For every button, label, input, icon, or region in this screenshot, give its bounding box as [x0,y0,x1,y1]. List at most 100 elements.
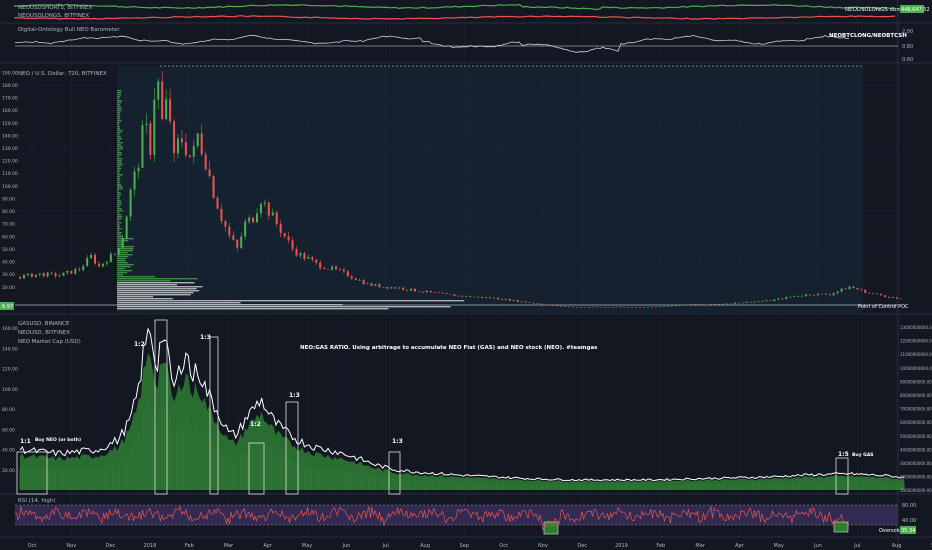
vp-bar [117,130,123,132]
note-buy-neo: Buy NEO (or both) [35,437,81,443]
main-y-tick-3: 160.00 [2,108,18,114]
candle-body [82,266,85,270]
x-tick-3: 2018 [144,543,157,549]
vp-bar [117,224,120,226]
candle-body [26,273,29,276]
vp-bar [117,140,121,142]
candle-body [374,284,377,286]
vp-bar [117,138,122,140]
main-y-tick-5: 140.00 [2,133,18,139]
candle-body [556,305,559,307]
candle-body [109,253,112,263]
candle-body [453,294,456,297]
candle-body [54,273,57,277]
longs-value-tag: 448,647.52 [901,7,930,13]
candle-body [200,133,203,155]
vp-bar [117,232,122,234]
candle-body [42,273,45,277]
candle-body [864,289,867,293]
rsi-tick-0: 80.00 [902,503,916,509]
vp-bar [117,90,122,92]
vp-bar [117,234,121,236]
candle-body [508,299,511,301]
x-tick-21: Jul [853,543,860,549]
vp-bar [117,214,122,216]
candle-body [224,220,227,227]
candle-body [572,306,574,308]
candle-body [291,240,294,250]
vp-bar [117,270,132,272]
note-1-2b: 1:2 [250,421,261,428]
x-tick-2: Dec [106,543,116,549]
candle-body [583,306,586,308]
vp-bar [117,196,120,198]
vp-bar [117,124,120,126]
vp-bar [117,280,171,282]
vp-bar [117,288,197,290]
candle-body [382,287,385,288]
candle-body [256,213,258,223]
candle-body [287,236,290,241]
candle-body [852,286,855,289]
ratio-left-tick-7: 20.00 [2,468,15,474]
ratio-left-tick-5: 60.00 [2,427,15,433]
candle-body [188,155,191,157]
candle-body [137,167,140,172]
candle-body [370,283,373,286]
candle-body [161,81,164,120]
candle-body [220,208,223,221]
pane-main-price: 190.00 180.00 170.00 160.00 150.00 140.00 130.… [0,65,909,313]
vp-bar [117,198,120,200]
candle-body [856,288,859,290]
candle-body [840,288,843,292]
candle-body [477,296,480,298]
note-1-3c: 1:3 [392,438,403,445]
candle-body [101,263,104,267]
vp-bar [117,220,120,222]
candle-body [473,296,476,298]
candle-body [481,296,484,298]
x-tick-8: Jun [341,543,350,549]
candle-body [643,306,646,308]
ratio-right-tick-8: 5000000000.00 [900,434,932,439]
vp-bar [117,190,119,192]
vp-bar [117,156,120,158]
candle-body [733,302,736,304]
candle-body [848,286,851,290]
candle-body [113,253,116,255]
candle-body [319,262,322,269]
vp-bar [117,194,122,196]
ratio-label-1: GASUSD, BINANCE [18,321,70,327]
note-1-3b: 1:3 [289,392,300,399]
candle-body [74,269,77,274]
candle-body [836,291,839,294]
candle-body [311,257,314,260]
vp-bar [117,262,129,264]
candle-body [504,299,507,300]
candle-body [809,294,811,296]
candle-body [173,121,176,154]
vp-bar [117,176,120,178]
vp-bar [117,258,126,260]
candle-body [520,301,523,303]
candle-body [820,293,823,295]
candle-body [895,297,898,299]
candle-body [698,304,701,305]
vp-bar [117,222,122,224]
note-1-1: 1:1 [20,438,31,445]
main-y-tick-4: 150.00 [2,121,18,127]
candle-body [350,276,353,279]
candle-body [271,212,274,216]
vp-bar [117,260,126,262]
candle-body [694,304,697,305]
candle-body [532,302,535,304]
vp-bar [117,168,122,170]
x-tick-13: Nov [538,543,548,549]
candle-body [801,295,804,297]
candle-body [579,306,582,308]
vp-bar [117,228,122,230]
vp-bar [117,202,122,204]
candle-body [536,303,539,305]
candle-body [611,307,614,308]
x-tick-16: Feb [656,543,665,549]
